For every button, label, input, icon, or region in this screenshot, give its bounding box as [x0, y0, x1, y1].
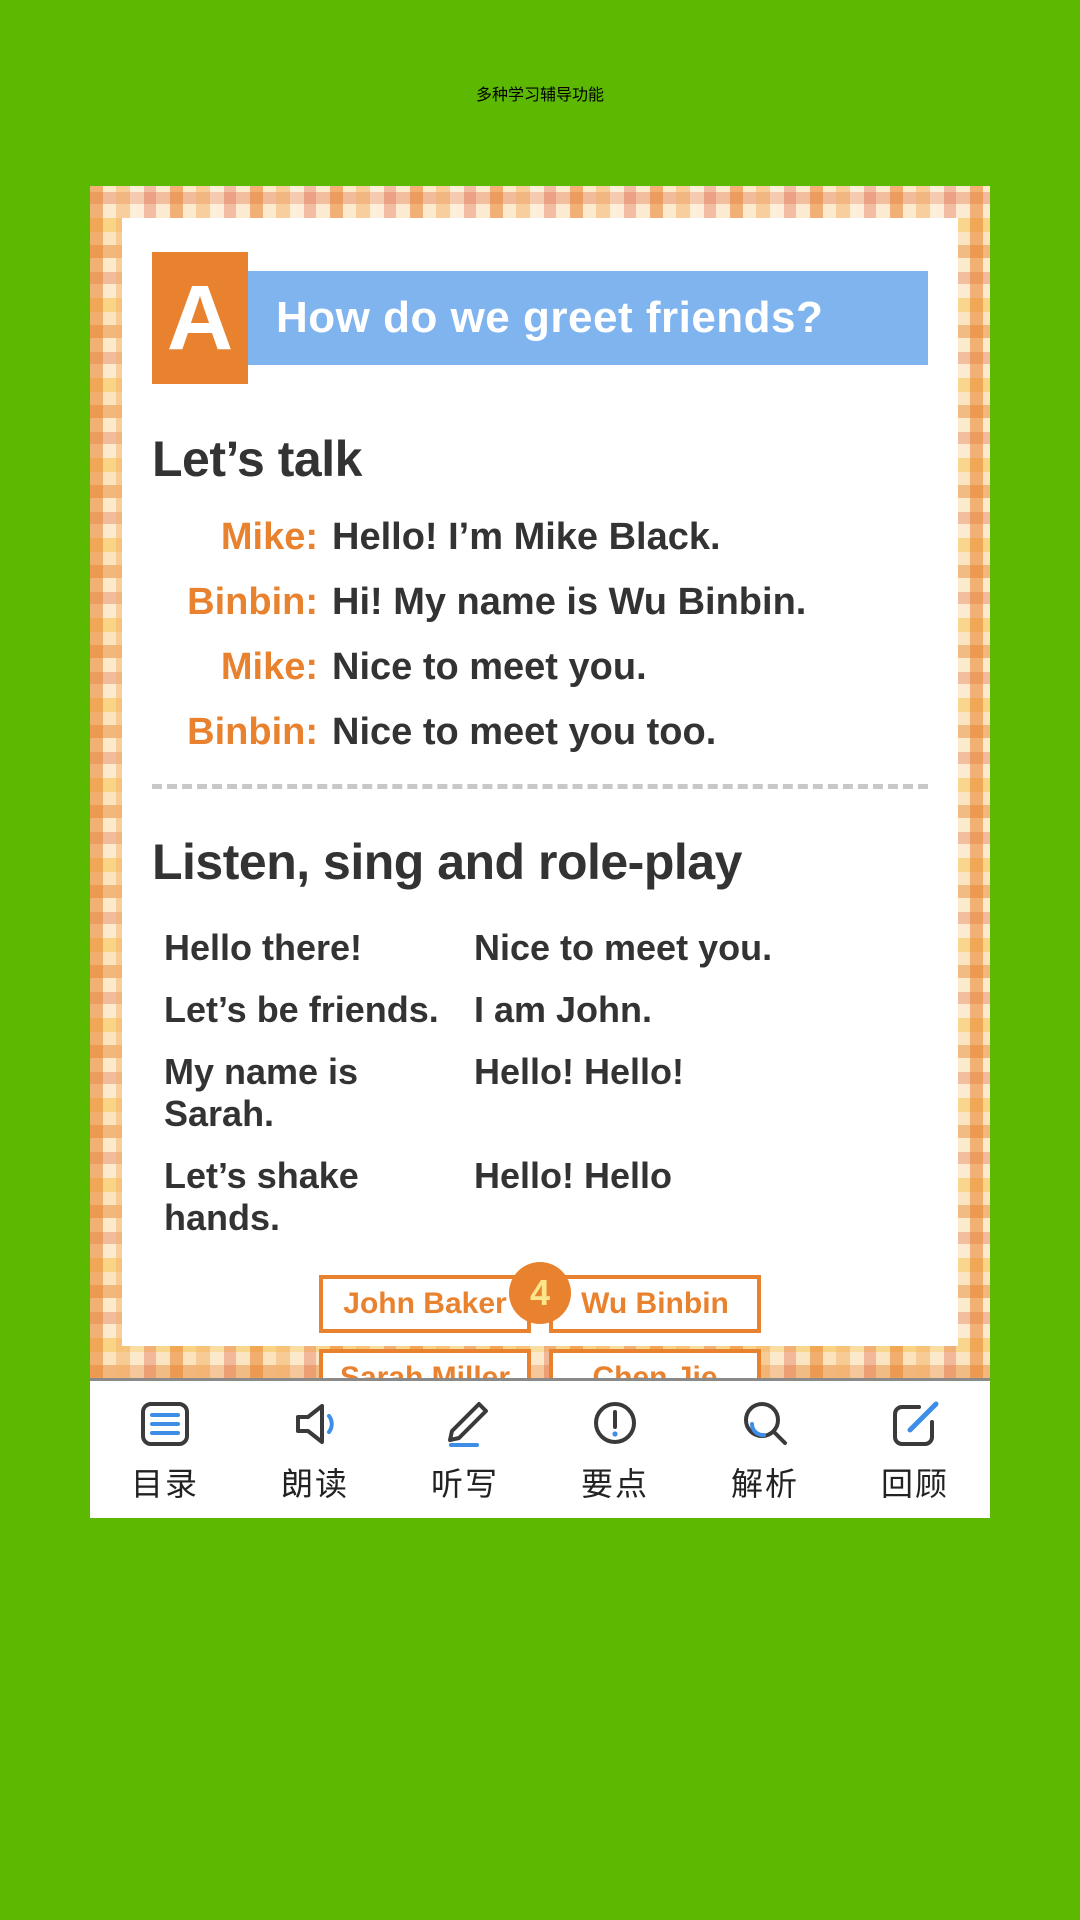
- lyric-line-right: Hello! Hello!: [474, 1051, 685, 1092]
- list-icon: [136, 1395, 194, 1453]
- toolbar-label: 朗读: [280, 1465, 349, 1502]
- dialogue-list: Mike: Hello! I’m Mike Black. Binbin: Hi!…: [152, 516, 928, 754]
- dialogue-row: Mike: Nice to meet you.: [152, 646, 928, 689]
- dialogue-speaker: Mike:: [220, 516, 318, 558]
- lets-talk-heading: Let’s talk: [152, 431, 362, 487]
- lets-talk-section: Let’s talk Mike: Hello! I’m Mike Black. …: [152, 430, 928, 754]
- pencil-icon: [436, 1395, 494, 1453]
- toolbar-item-key-points[interactable]: 要点: [540, 1381, 690, 1518]
- dialogue-speaker: Mike:: [220, 646, 318, 688]
- lyric-line-left: Let’s be friends.: [164, 989, 439, 1030]
- name-button[interactable]: John Baker: [319, 1275, 531, 1333]
- toolbar-item-read-aloud[interactable]: 朗读: [240, 1381, 390, 1518]
- section-divider: [152, 784, 928, 789]
- lyric-line-left: Let’s shake hands.: [164, 1155, 359, 1238]
- lyric-line-left: My name is Sarah.: [164, 1051, 359, 1134]
- edit-square-icon: [886, 1395, 944, 1453]
- toolbar-item-catalog[interactable]: 目录: [90, 1381, 240, 1518]
- toolbar-item-review[interactable]: 回顾: [840, 1381, 990, 1518]
- exclamation-circle-icon: [586, 1395, 644, 1453]
- toolbar-label: 回顾: [880, 1465, 949, 1502]
- lesson-header: A How do we greet friends?: [152, 252, 928, 384]
- lesson-letter-badge: A: [152, 252, 248, 384]
- lyric-line-right: Hello! Hello: [474, 1155, 673, 1196]
- speaker-icon: [286, 1395, 344, 1453]
- lyric-line-left: Hello there!: [164, 927, 363, 968]
- toolbar-label: 目录: [130, 1465, 199, 1502]
- toolbar-label: 要点: [580, 1465, 649, 1502]
- dialogue-speaker: Binbin:: [187, 581, 318, 623]
- dialogue-speaker: Binbin:: [187, 711, 318, 753]
- app-header: 多种学习辅导功能: [0, 0, 1080, 185]
- dialogue-row: Binbin: Hi! My name is Wu Binbin.: [152, 581, 928, 624]
- dialogue-row: Mike: Hello! I’m Mike Black.: [152, 516, 928, 559]
- lyric-line-right: I am John.: [474, 989, 653, 1030]
- dialogue-line: Nice to meet you too.: [332, 711, 717, 753]
- lesson-title-banner: How do we greet friends?: [248, 271, 928, 365]
- toolbar-label: 听写: [430, 1465, 499, 1502]
- book-page: A How do we greet friends? Let’s talk Mi…: [122, 218, 958, 1481]
- name-button[interactable]: Wu Binbin: [549, 1275, 761, 1333]
- toolbar-item-analysis[interactable]: 解析: [690, 1381, 840, 1518]
- toolbar-item-dictation[interactable]: 听写: [390, 1381, 540, 1518]
- magnifier-icon: [736, 1395, 794, 1453]
- toolbar-label: 解析: [730, 1465, 799, 1502]
- dialogue-line: Hello! I’m Mike Black.: [332, 516, 721, 558]
- dialogue-line: Hi! My name is Wu Binbin.: [332, 581, 807, 623]
- lyrics-grid: Hello there! Nice to meet you. Let’s be …: [152, 927, 928, 1239]
- page-title: 多种学习辅导功能: [475, 86, 604, 104]
- dialogue-row: Binbin: Nice to meet you too.: [152, 711, 928, 754]
- dialogue-line: Nice to meet you.: [332, 646, 647, 688]
- roleplay-heading: Listen, sing and role-play: [152, 834, 742, 890]
- bottom-toolbar: 目录 朗读 听写 要点 解析 回顾: [90, 1378, 990, 1518]
- book-card-plaid-frame: A How do we greet friends? Let’s talk Mi…: [90, 186, 990, 1481]
- page-number-badge: 4: [509, 1262, 571, 1324]
- lyric-line-right: Nice to meet you.: [474, 927, 773, 968]
